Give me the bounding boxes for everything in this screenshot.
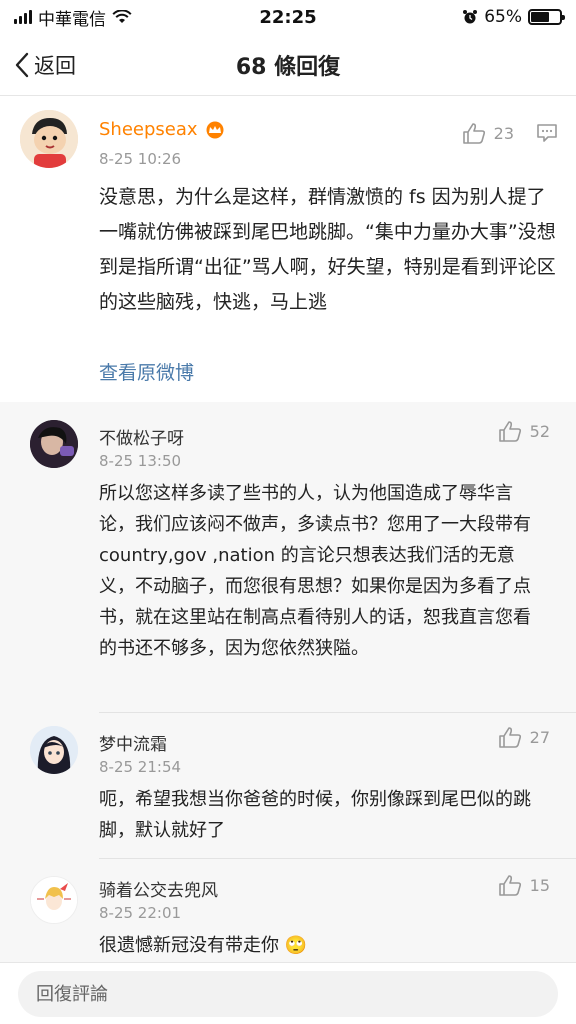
alarm-icon bbox=[463, 10, 478, 24]
vip-crown-icon bbox=[206, 121, 224, 138]
back-button[interactable]: 返回 bbox=[14, 50, 76, 80]
commenter-name[interactable]: Sheepseax bbox=[99, 119, 226, 140]
nav-bar: 返回 68 條回復 bbox=[0, 34, 576, 96]
avatar-image bbox=[30, 726, 78, 774]
reply-item: 梦中流霜 8-25 21:54 27 呃，希望我想当你爸爸的时候，你别像踩到尾巴… bbox=[0, 712, 576, 859]
like-button[interactable]: 52 bbox=[498, 420, 550, 442]
like-button[interactable]: 23 bbox=[462, 122, 514, 144]
reply-time: 8-25 21:54 bbox=[99, 758, 182, 776]
like-button[interactable]: 27 bbox=[498, 726, 550, 748]
status-bar: 中華電信 22:25 65% bbox=[0, 0, 576, 34]
chevron-left-icon bbox=[15, 52, 29, 77]
reply-item: 不做松子呀 8-25 13:50 52 所以您这样多读了些书的人，认为他国造成了… bbox=[0, 402, 576, 713]
like-button[interactable]: 15 bbox=[498, 874, 550, 896]
view-original-link[interactable]: 查看原微博 bbox=[99, 358, 194, 385]
comment-time: 8-25 10:26 bbox=[99, 150, 182, 168]
reply-time: 8-25 22:01 bbox=[99, 904, 182, 922]
reply-input[interactable] bbox=[18, 971, 558, 1017]
thumbs-up-icon bbox=[498, 727, 521, 748]
reply-item: 骑着公交去兜风 8-25 22:01 15 很遗憾新冠没有带走你 🙄 bbox=[0, 858, 576, 962]
status-time: 22:25 bbox=[259, 6, 317, 28]
like-count: 27 bbox=[529, 727, 550, 747]
like-count: 23 bbox=[493, 123, 514, 143]
original-comment: Sheepseax 8-25 10:26 23 没意思，为什么是这样，群情激愤的… bbox=[0, 96, 576, 402]
like-count: 52 bbox=[529, 421, 550, 441]
reply-text: 所以您这样多读了些书的人，认为他国造成了辱华言论，我们应该闷不做声，多读点书？您… bbox=[99, 483, 531, 659]
reply-text: 很遗憾新冠没有带走你 🙄 bbox=[99, 935, 308, 956]
comment-text: 没意思，为什么是这样，群情激愤的 fs 因为别人提了一嘴就仿佛被踩到尾巴地跳脚。… bbox=[99, 186, 556, 313]
battery-icon bbox=[528, 9, 565, 25]
reply-time: 8-25 13:50 bbox=[99, 452, 182, 470]
avatar-image bbox=[20, 110, 78, 168]
battery-percent: 65% bbox=[484, 7, 522, 27]
avatar[interactable] bbox=[30, 420, 78, 468]
reply-user-name[interactable]: 骑着公交去兜风 bbox=[99, 876, 218, 901]
wifi-icon bbox=[112, 10, 132, 23]
reply-button[interactable] bbox=[536, 123, 558, 147]
avatar-image bbox=[31, 877, 77, 923]
reply-list: 不做松子呀 8-25 13:50 52 所以您这样多读了些书的人，认为他国造成了… bbox=[0, 402, 576, 962]
avatar[interactable] bbox=[20, 110, 78, 168]
commenter-name-text: Sheepseax bbox=[99, 119, 198, 140]
page-title: 68 條回復 bbox=[235, 54, 341, 80]
thumbs-up-icon bbox=[498, 421, 521, 442]
reply-user-name[interactable]: 不做松子呀 bbox=[99, 424, 184, 449]
back-label: 返回 bbox=[34, 53, 76, 78]
status-right: 65% bbox=[372, 7, 565, 27]
status-left: 中華電信 bbox=[14, 5, 204, 30]
avatar[interactable] bbox=[30, 876, 78, 924]
reply-text: 呃，希望我想当你爸爸的时候，你别像踩到尾巴似的跳脚，默认就好了 bbox=[99, 789, 531, 841]
signal-icon bbox=[14, 10, 32, 24]
avatar[interactable] bbox=[30, 726, 78, 774]
bottom-bar bbox=[0, 962, 576, 1024]
reply-user-name[interactable]: 梦中流霜 bbox=[99, 730, 167, 755]
comment-icon bbox=[537, 124, 557, 142]
thumbs-up-icon bbox=[462, 123, 485, 144]
carrier-label: 中華電信 bbox=[38, 9, 106, 30]
thumbs-up-icon bbox=[498, 875, 521, 896]
like-count: 15 bbox=[529, 875, 550, 895]
avatar-image bbox=[30, 420, 78, 468]
